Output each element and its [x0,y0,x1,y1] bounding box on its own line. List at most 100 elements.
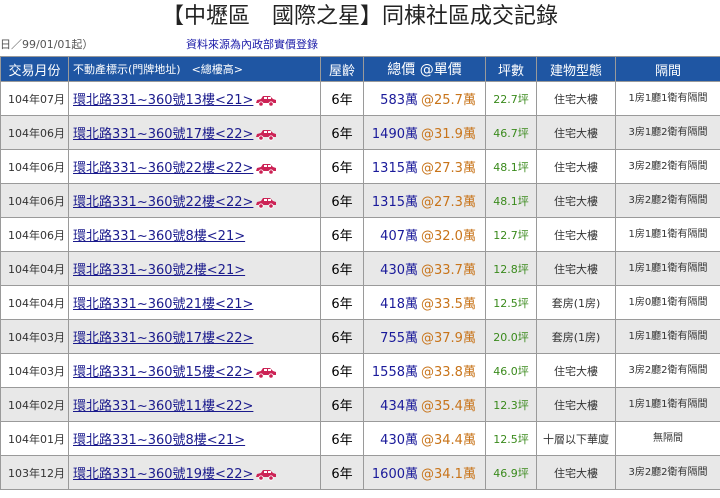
cell-address: 環北路331~360號2樓<21> [68,251,321,286]
address-link[interactable]: 環北路331~360號21樓<21> [73,297,253,312]
unit-price: @33.8萬 [421,365,476,380]
cell-layout: 1房1廳1衛有隔間 [615,217,720,252]
unit-price: @35.4萬 [421,399,476,414]
cell-age: 6年 [320,455,364,490]
cell-address: 環北路331~360號22樓<22> [68,149,321,184]
cell-layout: 3房2廳2衛有隔間 [615,183,720,218]
cell-month: 104年03月 [0,353,69,388]
cell-ping: 12.3坪 [485,387,537,422]
address-link[interactable]: 環北路331~360號15樓<22> [73,365,253,380]
unit-price: @33.7萬 [421,263,476,278]
cell-month: 104年06月 [0,217,69,252]
cell-ping: 48.1坪 [485,183,537,218]
table-row: 104年06月 環北路331~360號22樓<22> 6年 1315萬 @27.3… [0,149,720,184]
cell-layout: 無隔間 [615,421,720,456]
subtitle-bar: 日／99/01/01起） 資料來源為內政部實價登錄 [0,34,720,56]
table-row: 104年01月 環北路331~360號8樓<21> 6年 430萬 @34.4萬 … [0,421,720,456]
cell-age: 6年 [320,421,364,456]
cell-age: 6年 [320,251,364,286]
total-price: 407萬 [380,229,418,244]
cell-age: 6年 [320,285,364,320]
cell-address: 環北路331~360號22樓<22> [68,183,321,218]
address-link[interactable]: 環北路331~360號11樓<22> [73,399,253,414]
cell-address: 環北路331~360號17樓<22> [68,115,321,150]
data-source-link[interactable]: 資料來源為內政部實價登錄 [186,34,318,56]
cell-ping: 12.5坪 [485,421,537,456]
address-link[interactable]: 環北路331~360號17樓<22> [73,127,253,142]
cell-address: 環北路331~360號15樓<22> [68,353,321,388]
address-link[interactable]: 環北路331~360號8樓<21> [73,229,245,244]
cell-age: 6年 [320,183,364,218]
address-link[interactable]: 環北路331~360號22樓<22> [73,195,253,210]
total-price: 1490萬 [371,127,418,142]
column-header-address[interactable]: 不動產標示(門牌地址) <總樓高> [68,56,321,82]
column-header-age[interactable]: 屋齡 [320,56,364,82]
address-link[interactable]: 環北路331~360號22樓<22> [73,161,253,176]
column-header-price[interactable]: 總價 @單價 [363,56,486,82]
cell-address: 環北路331~360號8樓<21> [68,217,321,252]
address-link[interactable]: 環北路331~360號8樓<21> [73,433,245,448]
address-link[interactable]: 環北路331~360號13樓<21> [73,93,253,108]
total-price: 430萬 [380,433,418,448]
cell-price: 1490萬 @31.9萬 [363,115,486,150]
cell-ping: 12.7坪 [485,217,537,252]
cell-age: 6年 [320,81,364,116]
total-price: 1315萬 [371,161,418,176]
table-row: 104年02月 環北路331~360號11樓<22> 6年 434萬 @35.4萬… [0,387,720,422]
parking-car-icon [256,95,277,107]
parking-car-icon [256,469,277,481]
cell-address: 環北路331~360號8樓<21> [68,421,321,456]
cell-month: 104年06月 [0,115,69,150]
cell-price: 430萬 @34.4萬 [363,421,486,456]
cell-ping: 46.9坪 [485,455,537,490]
table-row: 104年03月 環北路331~360號15樓<22> 6年 1558萬 @33.8… [0,353,720,388]
table-row: 104年06月 環北路331~360號8樓<21> 6年 407萬 @32.0萬 … [0,217,720,252]
cell-ping: 46.0坪 [485,353,537,388]
address-link[interactable]: 環北路331~360號2樓<21> [73,263,245,278]
cell-price: 1315萬 @27.3萬 [363,183,486,218]
cell-building-type: 住宅大樓 [536,115,616,150]
cell-month: 104年06月 [0,149,69,184]
cell-age: 6年 [320,387,364,422]
column-header-ping[interactable]: 坪數 [485,56,537,82]
cell-price: 1558萬 @33.8萬 [363,353,486,388]
cell-address: 環北路331~360號17樓<22> [68,319,321,354]
cell-layout: 1房1廳1衛有隔間 [615,319,720,354]
unit-price: @25.7萬 [421,93,476,108]
address-link[interactable]: 環北路331~360號17樓<22> [73,331,253,346]
cell-ping: 46.7坪 [485,115,537,150]
cell-layout: 3房2廳2衛有隔間 [615,455,720,490]
cell-age: 6年 [320,353,364,388]
address-link[interactable]: 環北路331~360號19樓<22> [73,467,253,482]
transaction-table: 交易月份 不動產標示(門牌地址) <總樓高> 屋齡 總價 @單價 坪數 建物型態… [0,56,720,490]
cell-month: 104年01月 [0,421,69,456]
unit-price: @37.9萬 [421,331,476,346]
cell-building-type: 住宅大樓 [536,251,616,286]
parking-car-icon [256,197,277,209]
cell-price: 407萬 @32.0萬 [363,217,486,252]
unit-price: @32.0萬 [421,229,476,244]
cell-building-type: 套房(1房) [536,285,616,320]
cell-price: 1315萬 @27.3萬 [363,149,486,184]
cell-month: 104年04月 [0,285,69,320]
cell-building-type: 套房(1房) [536,319,616,354]
unit-price: @27.3萬 [421,195,476,210]
table-body: 104年07月 環北路331~360號13樓<21> 6年 583萬 @25.7萬… [0,81,720,490]
cell-building-type: 住宅大樓 [536,455,616,490]
cell-layout: 3房2廳2衛有隔間 [615,353,720,388]
cell-layout: 3房2廳2衛有隔間 [615,149,720,184]
table-row: 104年07月 環北路331~360號13樓<21> 6年 583萬 @25.7萬… [0,81,720,116]
total-price: 1558萬 [371,365,418,380]
cell-price: 434萬 @35.4萬 [363,387,486,422]
table-header-row: 交易月份 不動產標示(門牌地址) <總樓高> 屋齡 總價 @單價 坪數 建物型態… [0,56,720,82]
cell-building-type: 十層以下華廈 [536,421,616,456]
column-header-layout[interactable]: 隔間 [615,56,720,82]
cell-age: 6年 [320,319,364,354]
column-header-building-type[interactable]: 建物型態 [536,56,616,82]
table-row: 104年04月 環北路331~360號21樓<21> 6年 418萬 @33.5萬… [0,285,720,320]
total-price: 755萬 [380,331,418,346]
total-price: 430萬 [380,263,418,278]
cell-building-type: 住宅大樓 [536,217,616,252]
cell-building-type: 住宅大樓 [536,183,616,218]
column-header-month[interactable]: 交易月份 [0,56,69,82]
